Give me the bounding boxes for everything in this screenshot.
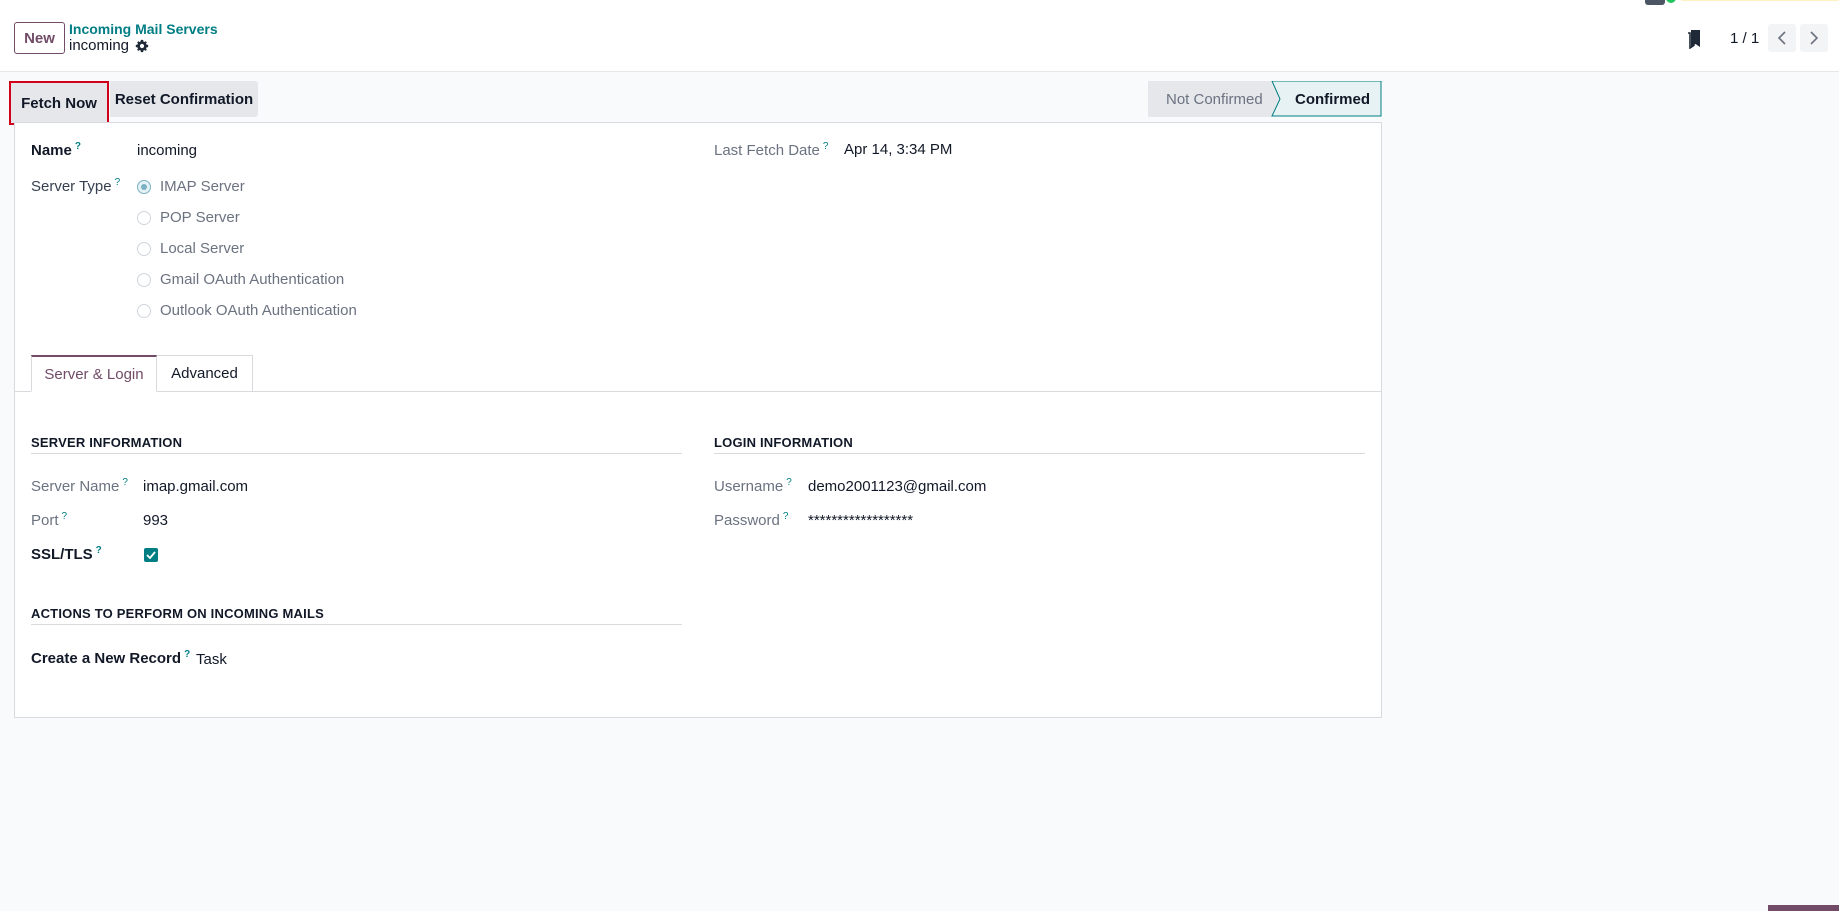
help-icon[interactable]: ? xyxy=(184,649,190,660)
server-type-local[interactable]: Local Server xyxy=(137,240,244,257)
help-icon[interactable]: ? xyxy=(75,141,81,152)
record-title: incoming xyxy=(69,37,130,54)
help-icon[interactable]: ? xyxy=(96,545,102,556)
name-value[interactable]: incoming xyxy=(137,142,197,159)
server-type-gmail-oauth[interactable]: Gmail OAuth Authentication xyxy=(137,271,344,288)
breadcrumb-incoming-mail-servers[interactable]: Incoming Mail Servers xyxy=(69,21,218,37)
help-icon[interactable]: ? xyxy=(786,477,792,488)
create-record-label: Create a New Record? xyxy=(31,649,191,667)
help-icon[interactable]: ? xyxy=(62,511,68,522)
stage-not-confirmed[interactable]: Not Confirmed xyxy=(1166,81,1263,117)
radio-label: IMAP Server xyxy=(160,178,245,195)
pager-next-button[interactable] xyxy=(1800,24,1828,52)
checkmark-icon xyxy=(146,551,156,559)
username-value[interactable]: demo2001123@gmail.com xyxy=(808,478,986,495)
section-divider xyxy=(31,624,682,625)
login-information-title: LOGIN INFORMATION xyxy=(714,435,853,450)
password-value[interactable]: ****************** xyxy=(808,512,913,529)
server-type-pop[interactable]: POP Server xyxy=(137,209,240,226)
create-record-value[interactable]: Task xyxy=(196,651,227,668)
tab-advanced[interactable]: Advanced xyxy=(157,355,253,392)
name-label: Name? xyxy=(31,141,81,159)
new-button[interactable]: New xyxy=(14,22,65,54)
corner-widget[interactable] xyxy=(1768,905,1839,911)
radio-icon[interactable] xyxy=(137,303,151,318)
password-label: Password? xyxy=(714,511,789,529)
server-information-title: SERVER INFORMATION xyxy=(31,435,183,450)
port-label: Port? xyxy=(31,511,68,529)
username-label: Username? xyxy=(714,477,792,495)
form-sheet: Name? incoming Server Type? IMAP Server … xyxy=(14,122,1382,718)
radio-label: Local Server xyxy=(160,240,245,257)
server-type-label: Server Type? xyxy=(31,177,121,195)
section-divider xyxy=(714,453,1365,454)
tab-server-login[interactable]: Server & Login xyxy=(31,355,157,392)
pager-previous-button[interactable] xyxy=(1768,24,1796,52)
user-menu-edge[interactable] xyxy=(1645,0,1839,5)
breadcrumb-current: incoming xyxy=(69,37,149,54)
bookmark-icon[interactable] xyxy=(1686,29,1702,49)
help-icon[interactable]: ? xyxy=(122,477,128,488)
control-panel: New Incoming Mail Servers incoming 1 / 1 xyxy=(0,0,1839,72)
help-icon[interactable]: ? xyxy=(823,141,829,152)
last-fetch-date-label: Last Fetch Date? xyxy=(714,141,829,159)
help-icon[interactable]: ? xyxy=(783,511,789,522)
status-bar: Fetch Now Reset Confirmation Not Confirm… xyxy=(0,78,1382,125)
fetch-now-button[interactable]: Fetch Now xyxy=(9,81,109,125)
radio-selected-icon[interactable] xyxy=(137,179,151,194)
pager-value[interactable]: 1 / 1 xyxy=(1730,30,1759,47)
chevron-left-icon xyxy=(1777,31,1786,45)
radio-label: Gmail OAuth Authentication xyxy=(160,271,345,288)
last-fetch-date-value: Apr 14, 3:34 PM xyxy=(844,141,953,158)
server-name-label: Server Name? xyxy=(31,477,128,495)
chevron-right-icon xyxy=(1810,31,1819,45)
radio-icon[interactable] xyxy=(137,272,151,287)
radio-icon[interactable] xyxy=(137,210,151,225)
reset-confirmation-button[interactable]: Reset Confirmation xyxy=(110,81,258,117)
port-value[interactable]: 993 xyxy=(143,512,168,529)
actions-title: ACTIONS TO PERFORM ON INCOMING MAILS xyxy=(31,606,324,621)
server-type-outlook-oauth[interactable]: Outlook OAuth Authentication xyxy=(137,302,357,319)
gear-icon[interactable] xyxy=(135,39,149,53)
ssl-tls-checkbox[interactable] xyxy=(144,548,158,562)
ssl-tls-label: SSL/TLS? xyxy=(31,545,102,563)
section-divider xyxy=(31,453,682,454)
server-type-imap[interactable]: IMAP Server xyxy=(137,178,245,195)
radio-label: POP Server xyxy=(160,209,240,226)
stage-confirmed[interactable]: Confirmed xyxy=(1295,81,1370,117)
server-name-value[interactable]: imap.gmail.com xyxy=(143,478,248,495)
radio-label: Outlook OAuth Authentication xyxy=(160,302,357,319)
help-icon[interactable]: ? xyxy=(115,177,121,188)
radio-icon[interactable] xyxy=(137,241,151,256)
